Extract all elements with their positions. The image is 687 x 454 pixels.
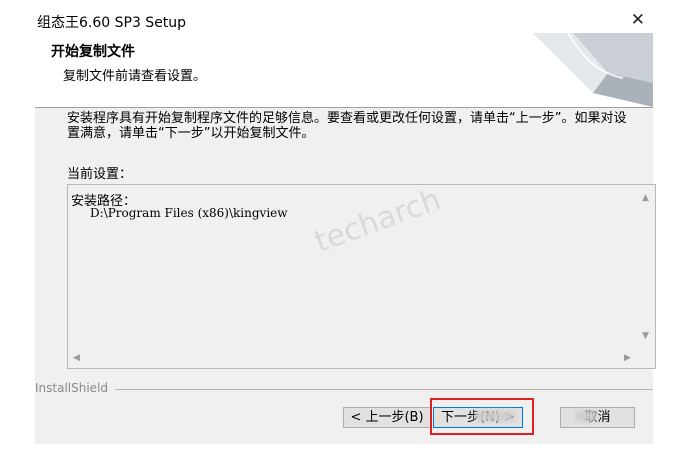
setup-window: 组态王6.60 SP3 Setup ✕ 开始复制文件 复制文件前请查看设置。 安… <box>35 9 656 444</box>
page-subtitle: 复制文件前请查看设置。 <box>63 69 207 84</box>
header-graphic-icon <box>533 33 653 107</box>
scroll-left-icon[interactable]: ◀ <box>73 353 80 363</box>
close-icon[interactable]: ✕ <box>631 10 645 30</box>
scroll-right-icon[interactable]: ▶ <box>624 353 631 363</box>
divider <box>115 389 653 390</box>
wizard-header: 开始复制文件 复制文件前请查看设置。 <box>35 33 653 108</box>
description-text: 安装程序具有开始复制程序文件的足够信息。要查看或更改任何设置，请单击“上一步”。… <box>67 111 627 141</box>
cancel-button[interactable]: 取消 <box>560 407 635 428</box>
current-settings-label: 当前设置： <box>67 167 133 182</box>
back-button[interactable]: < 上一步(B) <box>343 407 431 428</box>
settings-textbox[interactable]: 安装路径： D:\Program Files (x86)\kingview ▲ … <box>67 184 656 369</box>
installshield-brand: InstallShield <box>35 381 109 395</box>
title-bar: 组态王6.60 SP3 Setup ✕ <box>35 9 653 33</box>
vertical-scrollbar[interactable]: ▲ ▼ <box>638 185 655 351</box>
scroll-up-icon[interactable]: ▲ <box>642 193 649 203</box>
scroll-down-icon[interactable]: ▼ <box>642 331 649 341</box>
blur-mark <box>475 410 515 422</box>
install-path-value: D:\Program Files (x86)\kingview <box>90 206 288 220</box>
blur-mark <box>575 410 597 422</box>
window-title: 组态王6.60 SP3 Setup <box>37 15 187 31</box>
horizontal-scrollbar[interactable]: ◀ ▶ <box>68 351 655 368</box>
page-title: 开始复制文件 <box>51 44 135 60</box>
